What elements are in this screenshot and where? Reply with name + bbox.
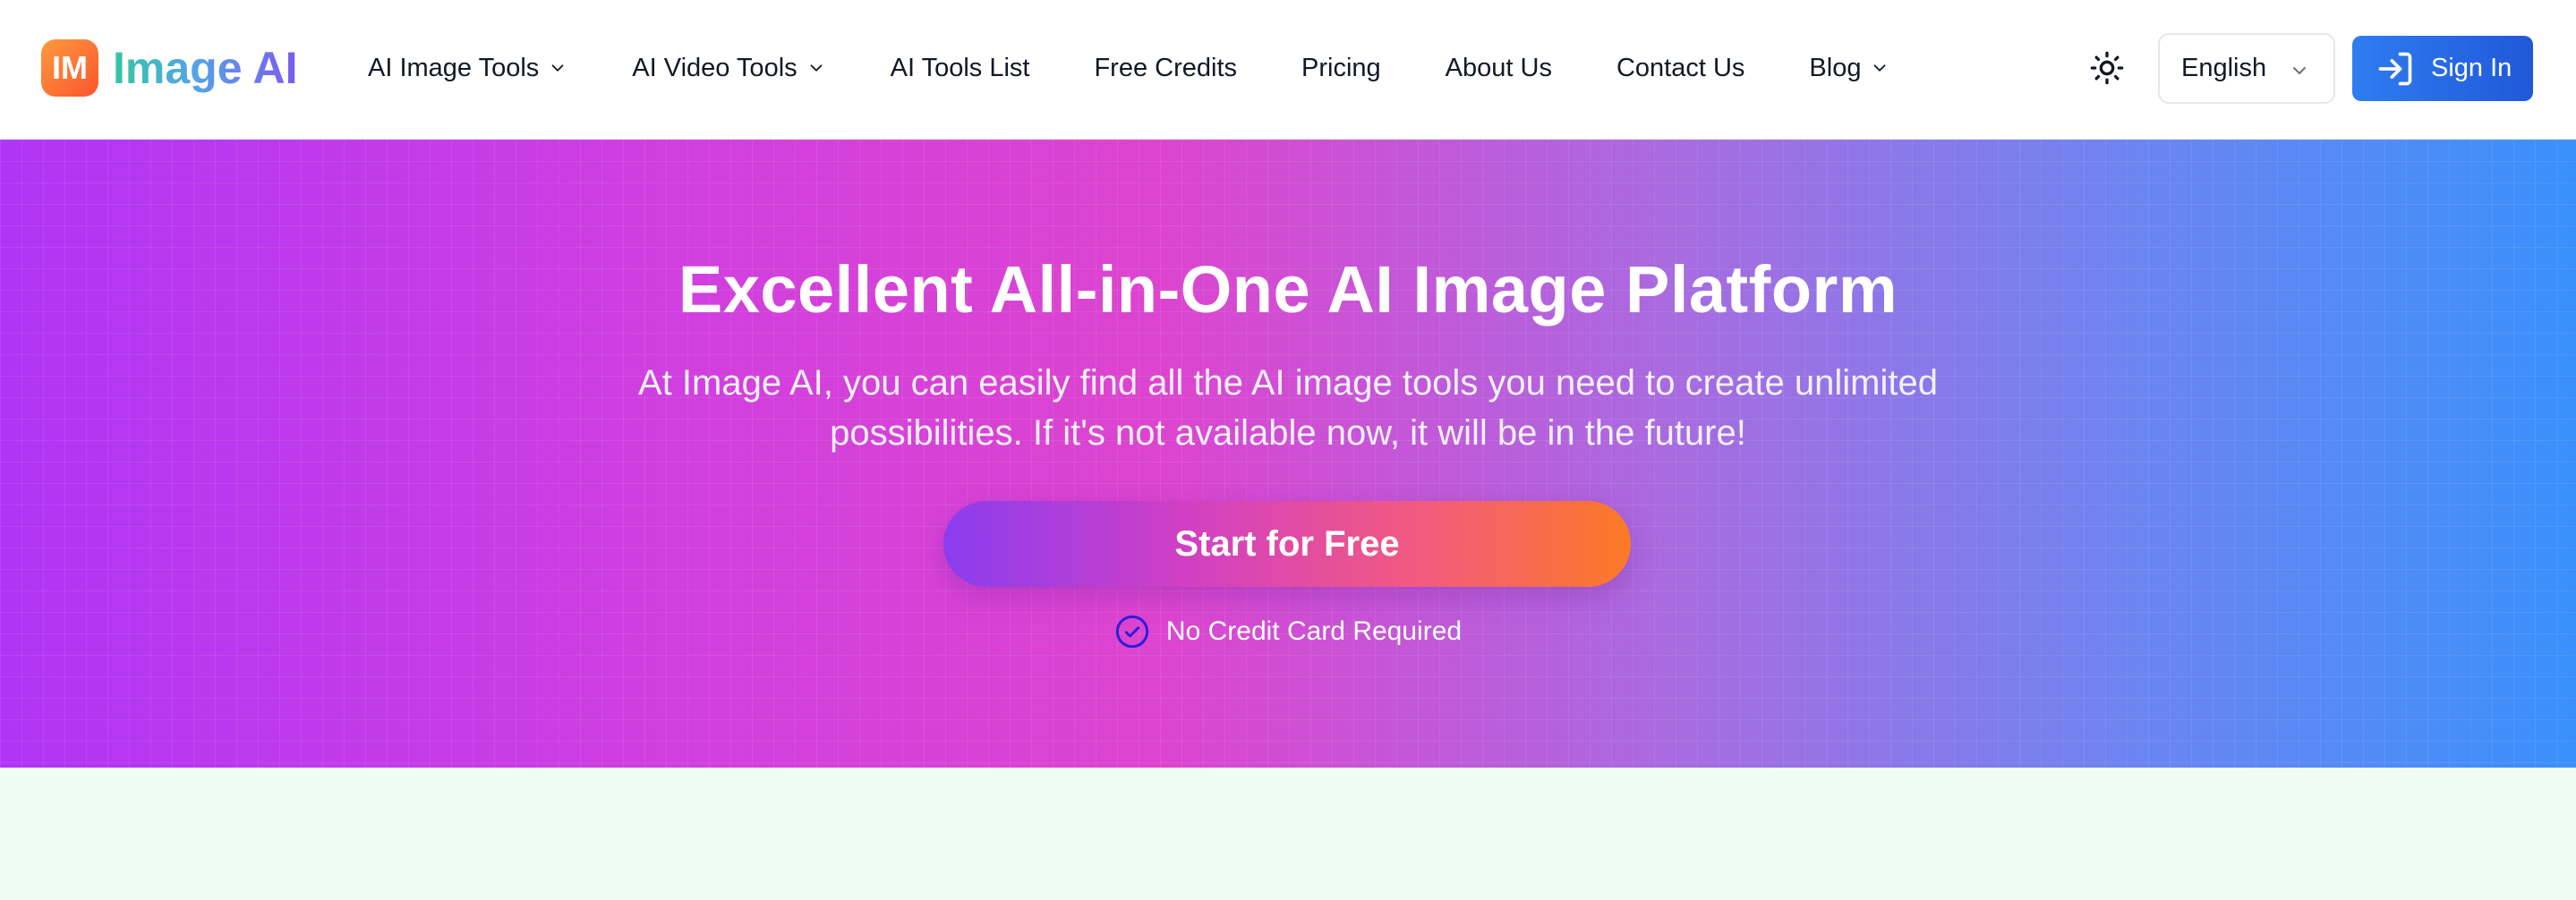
site-header: IM Image AI AI Image Tools AI Video Tool… <box>0 0 2576 140</box>
nav-item-contact-us[interactable]: Contact Us <box>1616 54 1744 83</box>
start-for-free-button[interactable]: Start for Free <box>943 501 1631 587</box>
nav-item-label: Blog <box>1809 53 1862 82</box>
sign-in-label: Sign In <box>2431 54 2512 82</box>
nav-item-label: Pricing <box>1301 53 1381 82</box>
language-value: English <box>2181 54 2267 82</box>
nav-item-label: AI Video Tools <box>632 53 798 82</box>
logo-badge: IM <box>41 39 98 97</box>
check-circle-icon <box>1115 615 1149 649</box>
main-nav: AI Image Tools AI Video Tools AI Tools L… <box>368 45 1954 91</box>
chevron-down-icon <box>810 64 823 72</box>
hero-title: Excellent All-in-One AI Image Platform <box>678 252 1898 327</box>
nav-item-blog[interactable]: Blog <box>1809 54 1889 83</box>
chevron-down-icon <box>2293 67 2306 74</box>
language-select[interactable]: English <box>2158 33 2335 104</box>
nav-item-free-credits[interactable]: Free Credits <box>1094 54 1237 83</box>
logo-text: Image AI <box>113 43 298 93</box>
no-credit-card-note: No Credit Card Required <box>0 614 2576 650</box>
nav-item-label: Free Credits <box>1094 53 1238 82</box>
nav-item-about-us[interactable]: About Us <box>1446 54 1552 83</box>
nav-item-label: AI Tools List <box>890 53 1030 82</box>
no-credit-card-text: No Credit Card Required <box>1165 616 1463 646</box>
nav-item-label: About Us <box>1445 53 1552 82</box>
sign-in-icon <box>2378 52 2412 85</box>
sign-in-button[interactable]: Sign In <box>2352 36 2533 101</box>
nav-item-label: Contact Us <box>1616 53 1745 82</box>
chevron-down-icon <box>551 64 564 72</box>
chevron-down-icon <box>1874 64 1886 72</box>
nav-item-label: AI Image Tools <box>368 53 540 82</box>
hero-section: Excellent All-in-One AI Image Platform A… <box>0 140 2576 768</box>
nav-item-ai-image-tools[interactable]: AI Image Tools <box>368 54 567 83</box>
sun-icon <box>2090 51 2124 85</box>
next-section <box>0 768 2576 900</box>
hero-subtitle: At Image AI, you can easily find all the… <box>638 363 1938 453</box>
theme-toggle-button[interactable] <box>2086 47 2128 89</box>
nav-item-ai-video-tools[interactable]: AI Video Tools <box>632 54 825 83</box>
nav-item-pricing[interactable]: Pricing <box>1301 54 1381 83</box>
nav-item-ai-tools-list[interactable]: AI Tools List <box>891 54 1030 83</box>
logo[interactable]: IM Image AI <box>41 39 298 97</box>
